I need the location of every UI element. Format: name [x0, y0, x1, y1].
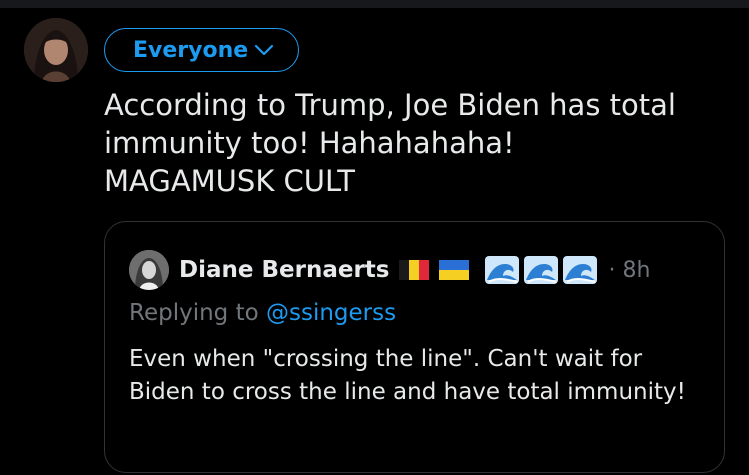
quoted-post-header: Diane Bernaerts · 8h [129, 250, 650, 290]
user-avatar-image [24, 18, 88, 82]
water-wave-icon [563, 256, 598, 284]
quoted-avatar-image [129, 250, 169, 290]
chevron-down-icon [254, 43, 274, 57]
replying-to-line: Replying to @ssingerss [129, 300, 396, 326]
avatar[interactable] [24, 18, 88, 82]
top-divider-bar [0, 0, 749, 8]
replying-to-prefix: Replying to [129, 300, 259, 326]
quoted-post-text: Even when "crossing the line". Can't wai… [129, 346, 686, 405]
water-wave-icon [485, 256, 520, 284]
audience-selector-button[interactable]: Everyone [104, 28, 300, 72]
water-wave-icon [524, 256, 559, 284]
quoted-author-avatar[interactable] [129, 250, 169, 290]
quoted-post-card[interactable]: Diane Bernaerts · 8h Replying to @ssinge… [104, 221, 725, 473]
wave-emoji-group [485, 256, 602, 284]
belgium-flag-icon [399, 260, 430, 280]
replying-to-handle-link[interactable]: @ssingerss [266, 300, 396, 326]
quoted-post-timestamp[interactable]: · 8h [608, 258, 650, 283]
audience-label: Everyone [133, 37, 249, 63]
ukraine-flag-icon [439, 260, 470, 280]
post-text: According to Trump, Joe Biden has total … [104, 88, 676, 198]
quoted-author-name[interactable]: Diane Bernaerts [179, 257, 389, 283]
